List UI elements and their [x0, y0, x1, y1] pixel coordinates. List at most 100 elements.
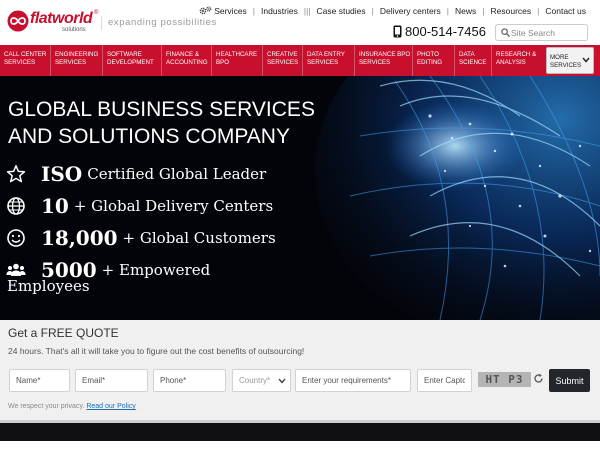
nav-label-line2: Services: [55, 59, 87, 66]
captcha-image: HT P3: [478, 372, 531, 387]
refresh-captcha-icon[interactable]: [533, 373, 544, 384]
privacy-note: We respect your privacy. Read our Policy: [8, 403, 136, 410]
topnav-case-studies[interactable]: Case studies: [317, 6, 366, 16]
nav-label-line1: Finance &: [166, 51, 200, 58]
quote-subtitle: 24 hours. That's all it will take you to…: [8, 346, 305, 356]
nav-finance-accounting[interactable]: Finance & Accounting: [162, 45, 212, 76]
nav-insurance-bpo-services[interactable]: Insurance BPO Services: [355, 45, 413, 76]
logo-subtext: solutions: [62, 27, 86, 33]
nav-label-line1: Photo: [417, 51, 439, 58]
smile-icon: [7, 229, 25, 247]
stat-number: 10: [41, 194, 69, 218]
nav-label-line2: Analysis: [496, 59, 526, 66]
topnav-separator: |: [482, 6, 485, 16]
topnav-separator: |: [252, 6, 256, 16]
topnav-services-label: Services: [214, 6, 247, 16]
gears-icon: [199, 6, 212, 15]
hero-headline-line1: GLOBAL BUSINESS SERVICES: [8, 98, 315, 121]
next-section-strip: [0, 423, 600, 441]
nav-more-services-dropdown[interactable]: More Services: [546, 47, 594, 74]
stat-text-continued: Employees: [7, 277, 90, 295]
nav-photo-editing[interactable]: Photo Editing: [413, 45, 455, 76]
chevron-down-icon: [582, 57, 590, 63]
privacy-text: We respect your privacy.: [8, 403, 85, 410]
free-quote-section: Get a FREE QUOTE 24 hours. That's all it…: [0, 320, 600, 420]
submit-button[interactable]: Submit: [549, 369, 590, 392]
site-search-input[interactable]: [511, 26, 585, 39]
nav-research-analysis[interactable]: Research & Analysis: [492, 45, 544, 76]
globe-icon: [7, 197, 25, 215]
hero-headline-line2: AND SOLUTIONS COMPANY: [8, 125, 290, 148]
nav-label-line1: Research &: [496, 51, 537, 58]
topnav-separator: |||: [303, 6, 311, 16]
quote-title: Get a FREE QUOTE: [8, 326, 119, 340]
star-icon: [6, 165, 26, 183]
nav-software-development[interactable]: Software Development: [103, 45, 162, 76]
name-input[interactable]: [9, 369, 70, 392]
site-header: flatworld ® solutions expanding possibil…: [0, 0, 600, 44]
stat-number: 18,000: [41, 226, 118, 250]
topnav-resources[interactable]: Resources: [491, 6, 532, 16]
email-input[interactable]: [75, 369, 148, 392]
stat-number: ISO: [41, 162, 83, 186]
stat-text: Certified Global Leader: [87, 165, 267, 183]
nav-creative-services[interactable]: Creative Services: [263, 45, 303, 76]
flatworld-logo[interactable]: flatworld ® solutions: [6, 9, 98, 33]
nav-label-line1: Engineering: [55, 51, 99, 58]
tagline: expanding possibilities: [101, 16, 217, 30]
nav-label-line2: Editing: [417, 59, 443, 66]
mobile-phone-icon: [393, 25, 402, 38]
nav-label-line2: Science: [459, 59, 487, 66]
country-select-value: Country*: [239, 376, 271, 385]
nav-label-line2: Development: [107, 59, 154, 66]
topnav-services[interactable]: Services: [199, 6, 247, 16]
nav-label-line2: Services: [267, 59, 299, 66]
nav-label-line1: Creative: [267, 51, 298, 58]
main-services-nav: Call Center Services Engineering Services …: [0, 45, 600, 76]
search-icon: [501, 28, 510, 37]
nav-label-line2: Services: [307, 59, 339, 66]
topnav-industries[interactable]: Industries: [261, 6, 298, 16]
top-navigation: Services | Industries ||| Case studies |…: [199, 4, 586, 18]
stat-delivery-centers: 10 + Global Delivery Centers: [6, 194, 273, 218]
stat-iso: ISO Certified Global Leader: [6, 162, 266, 186]
nav-healthcare-bpo[interactable]: Healthcare BPO: [212, 45, 263, 76]
nav-label-line2: BPO: [216, 59, 230, 66]
country-select[interactable]: Country*: [232, 369, 291, 392]
nav-label-line1: Healthcare: [216, 51, 258, 58]
nav-label-line1: Software: [107, 51, 142, 58]
nav-data-science[interactable]: Data Science: [455, 45, 492, 76]
nav-data-entry-services[interactable]: Data Entry Services: [303, 45, 355, 76]
nav-engineering-services[interactable]: Engineering Services: [51, 45, 103, 76]
requirements-textarea[interactable]: [295, 369, 411, 392]
nav-label-line2: Accounting: [166, 59, 208, 66]
stat-text: + Empowered: [101, 261, 211, 279]
topnav-separator: |: [537, 6, 540, 16]
nav-more-line2: Services: [550, 62, 582, 69]
captcha-input[interactable]: [417, 369, 472, 392]
nav-label-line1: Call Center: [4, 51, 47, 58]
phone-input[interactable]: [153, 369, 226, 392]
phone-number: 800-514-7456: [405, 24, 486, 39]
logo-registered-mark: ®: [94, 10, 99, 16]
nav-label-line1: Data Entry: [307, 51, 345, 58]
nav-label-line2: Services: [4, 59, 36, 66]
nav-label-line2: Services: [359, 59, 391, 66]
phone-number-link[interactable]: 800-514-7456: [393, 24, 486, 39]
nav-call-center-services[interactable]: Call Center Services: [0, 45, 51, 76]
chevron-down-icon: [278, 378, 286, 384]
nav-label-line1: Insurance BPO: [359, 51, 411, 58]
topnav-separator: |: [446, 6, 450, 16]
topnav-delivery-centers[interactable]: Delivery centers: [380, 6, 441, 16]
hero-banner: GLOBAL BUSINESS SERVICES AND SOLUTIONS C…: [0, 76, 600, 320]
topnav-separator: |: [371, 6, 374, 16]
privacy-policy-link[interactable]: Read our Policy: [86, 403, 135, 410]
topnav-contact-us[interactable]: Contact us: [545, 6, 586, 16]
stat-text: + Global Delivery Centers: [73, 197, 274, 215]
nav-label-line1: Data: [459, 51, 475, 58]
stat-customers: 18,000 + Global Customers: [6, 226, 276, 250]
site-search-box: [495, 24, 588, 41]
hero-headline: GLOBAL BUSINESS SERVICES AND SOLUTIONS C…: [8, 96, 315, 150]
stat-text: + Global Customers: [122, 229, 276, 247]
topnav-news[interactable]: News: [455, 6, 476, 16]
